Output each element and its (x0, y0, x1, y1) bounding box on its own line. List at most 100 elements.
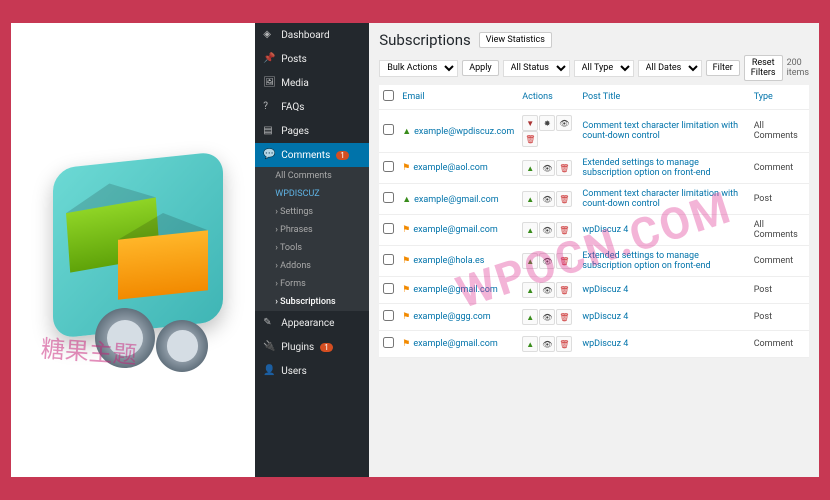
admin-sidebar: ◈Dashboard📌Posts🖼Media?FAQs▤Pages💬Commen… (255, 23, 369, 477)
sidebar-item-users[interactable]: 👤Users (255, 359, 369, 383)
apply-button[interactable]: Apply (462, 60, 498, 76)
action-view-button[interactable]: 👁 (539, 253, 555, 269)
status-select[interactable]: All Status (503, 60, 570, 77)
sidebar-item-appearance[interactable]: ✎Appearance (255, 311, 369, 335)
table-row: ⚑example@hola.es▲👁🗑Extended settings to … (379, 246, 809, 277)
row-checkbox[interactable] (383, 223, 394, 234)
action-view-button[interactable]: 👁 (539, 282, 555, 298)
post-title-link[interactable]: Comment text character limitation with c… (582, 121, 738, 141)
type-cell: Post (750, 184, 809, 215)
confirmed-icon: ▲ (402, 195, 411, 205)
action-up-button[interactable]: ▲ (522, 309, 538, 325)
action-view-button[interactable]: 👁 (539, 336, 555, 352)
action-delete-button[interactable]: 🗑 (556, 253, 572, 269)
sidebar-item-media[interactable]: 🖼Media (255, 71, 369, 95)
action-delete-button[interactable]: 🗑 (522, 131, 538, 147)
action-up-button[interactable]: ▲ (522, 222, 538, 238)
action-delete-button[interactable]: 🗑 (556, 309, 572, 325)
email-link[interactable]: example@wpdiscuz.com (414, 127, 514, 137)
action-down-button[interactable]: ▼ (522, 115, 538, 131)
post-title-link[interactable]: wpDiscuz 4 (582, 285, 628, 295)
table-row: ▲example@gmail.com▲👁🗑Comment text charac… (379, 184, 809, 215)
action-star-button[interactable]: ✸ (539, 115, 555, 131)
action-delete-button[interactable]: 🗑 (556, 191, 572, 207)
hero-illustration: 糖果主题 (11, 23, 255, 477)
email-link[interactable]: example@gmail.com (413, 339, 497, 349)
type-select[interactable]: All Type (574, 60, 634, 77)
sidebar-sub-subscriptions[interactable]: › Subscriptions (255, 293, 369, 311)
bulk-actions-select[interactable]: Bulk Actions (379, 60, 458, 77)
table-row: ⚑example@gmail.com▲👁🗑wpDiscuz 4All Comme… (379, 215, 809, 246)
table-row: ⚑example@aol.com▲👁🗑Extended settings to … (379, 153, 809, 184)
post-title-link[interactable]: Comment text character limitation with c… (582, 189, 738, 209)
view-statistics-button[interactable]: View Statistics (479, 32, 552, 48)
action-up-button[interactable]: ▲ (522, 336, 538, 352)
row-checkbox[interactable] (383, 192, 394, 203)
sidebar-sub-addons[interactable]: › Addons (255, 257, 369, 275)
sidebar-sub-settings[interactable]: › Settings (255, 203, 369, 221)
pages-icon: ▤ (263, 125, 275, 137)
action-delete-button[interactable]: 🗑 (556, 222, 572, 238)
sidebar-sub-allcomments[interactable]: All Comments (255, 167, 369, 185)
flag-icon: ⚑ (402, 225, 410, 235)
sidebar-item-pages[interactable]: ▤Pages (255, 119, 369, 143)
sidebar-item-dashboard[interactable]: ◈Dashboard (255, 23, 369, 47)
action-view-button[interactable]: 👁 (539, 222, 555, 238)
sidebar-sub-wpdiscuz[interactable]: WPDISCUZ (255, 185, 369, 203)
email-link[interactable]: example@aol.com (413, 163, 487, 173)
type-cell: Post (750, 304, 809, 331)
email-link[interactable]: example@gmail.com (413, 225, 497, 235)
envelope-orange-icon (118, 230, 208, 299)
users-icon: 👤 (263, 365, 275, 377)
row-checkbox[interactable] (383, 337, 394, 348)
col-post-title[interactable]: Post Title (578, 85, 749, 110)
row-checkbox[interactable] (383, 283, 394, 294)
col-email[interactable]: Email (398, 85, 518, 110)
post-title-link[interactable]: wpDiscuz 4 (582, 225, 628, 235)
dates-select[interactable]: All Dates (638, 60, 702, 77)
row-checkbox[interactable] (383, 254, 394, 265)
sidebar-item-posts[interactable]: 📌Posts (255, 47, 369, 71)
action-up-button[interactable]: ▲ (522, 191, 538, 207)
email-link[interactable]: example@gmail.com (413, 285, 497, 295)
table-row: ▲example@wpdiscuz.com▼✸👁🗑Comment text ch… (379, 110, 809, 153)
dashboard-icon: ◈ (263, 29, 275, 41)
action-up-button[interactable]: ▲ (522, 282, 538, 298)
select-all-checkbox[interactable] (383, 90, 394, 101)
action-up-button[interactable]: ▲ (522, 253, 538, 269)
post-title-link[interactable]: Extended settings to manage subscription… (582, 158, 710, 178)
main-content: Subscriptions View Statistics Bulk Actio… (369, 23, 819, 477)
table-row: ⚑example@gmail.com▲👁🗑wpDiscuz 4Comment (379, 331, 809, 358)
action-up-button[interactable]: ▲ (522, 160, 538, 176)
action-view-button[interactable]: 👁 (556, 115, 572, 131)
row-checkbox[interactable] (383, 310, 394, 321)
type-cell: Post (750, 277, 809, 304)
reset-filters-button[interactable]: Reset Filters (744, 55, 783, 81)
post-title-link[interactable]: wpDiscuz 4 (582, 312, 628, 322)
action-view-button[interactable]: 👁 (539, 309, 555, 325)
post-title-link[interactable]: Extended settings to manage subscription… (582, 251, 710, 271)
sidebar-item-plugins[interactable]: 🔌Plugins1 (255, 335, 369, 359)
action-view-button[interactable]: 👁 (539, 160, 555, 176)
action-view-button[interactable]: 👁 (539, 191, 555, 207)
page-title: Subscriptions (379, 31, 470, 49)
sidebar-sub-phrases[interactable]: › Phrases (255, 221, 369, 239)
sidebar-item-faqs[interactable]: ?FAQs (255, 95, 369, 119)
row-checkbox[interactable] (383, 161, 394, 172)
col-actions: Actions (518, 85, 578, 110)
email-link[interactable]: example@gmail.com (414, 195, 498, 205)
sidebar-item-comments[interactable]: 💬Comments1 (255, 143, 369, 167)
sidebar-sub-forms[interactable]: › Forms (255, 275, 369, 293)
sidebar-sub-tools[interactable]: › Tools (255, 239, 369, 257)
post-title-link[interactable]: wpDiscuz 4 (582, 339, 628, 349)
flag-icon: ⚑ (402, 285, 410, 295)
media-icon: 🖼 (263, 77, 275, 89)
action-delete-button[interactable]: 🗑 (556, 160, 572, 176)
email-link[interactable]: example@hola.es (413, 256, 484, 266)
action-delete-button[interactable]: 🗑 (556, 336, 572, 352)
email-link[interactable]: example@ggg.com (413, 312, 490, 322)
action-delete-button[interactable]: 🗑 (556, 282, 572, 298)
filter-button[interactable]: Filter (706, 60, 740, 76)
col-type[interactable]: Type (750, 85, 809, 110)
row-checkbox[interactable] (383, 124, 394, 135)
